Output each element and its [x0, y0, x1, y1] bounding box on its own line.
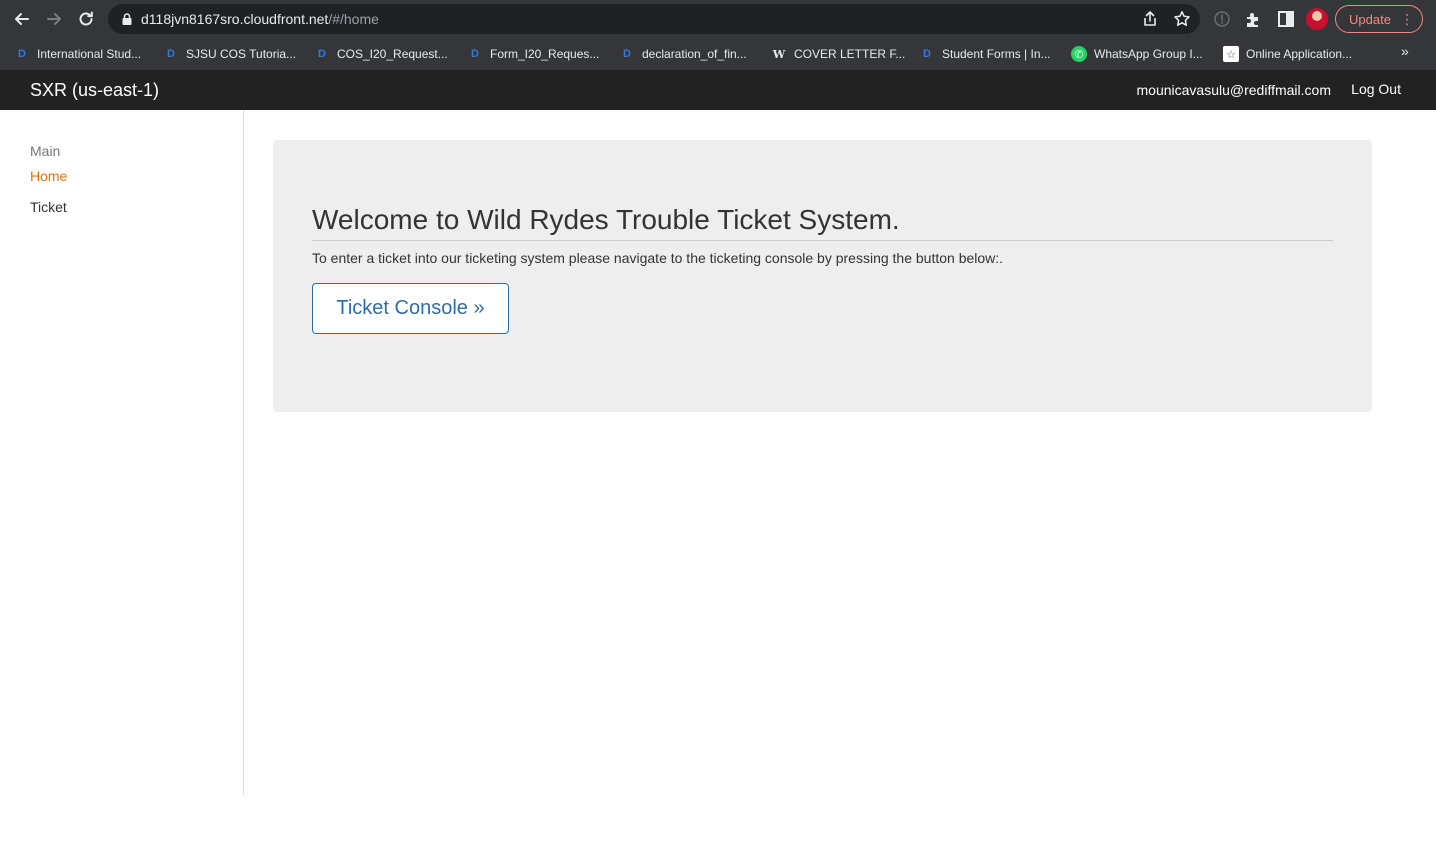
bookmark-item[interactable]: D Form_I20_Reques...	[467, 44, 599, 64]
sidebar-item-home[interactable]: Home	[30, 168, 67, 184]
d2l-icon: D	[18, 48, 26, 60]
brand-title[interactable]: SXR (us-east-1)	[30, 80, 159, 101]
bookmark-item[interactable]: D International Stud...	[14, 44, 141, 64]
bookmark-label: declaration_of_fin...	[642, 47, 747, 61]
page-title: Welcome to Wild Rydes Trouble Ticket Sys…	[312, 204, 900, 235]
extensions-puzzle-icon[interactable]	[1244, 9, 1264, 29]
d2l-icon: D	[623, 48, 631, 60]
d2l-icon: D	[318, 48, 326, 60]
bookmark-item[interactable]: D SJSU COS Tutoria...	[163, 44, 296, 64]
share-icon[interactable]	[1141, 10, 1159, 28]
bookmarks-bar: D International Stud... D SJSU COS Tutor…	[0, 38, 1436, 70]
update-button[interactable]: Update ⋮	[1335, 5, 1423, 33]
bookmark-item[interactable]: W COVER LETTER F...	[771, 44, 906, 64]
bookmark-label: SJSU COS Tutoria...	[186, 47, 297, 61]
welcome-jumbotron: Welcome to Wild Rydes Trouble Ticket Sys…	[273, 140, 1372, 412]
bookmark-item[interactable]: D declaration_of_fin...	[619, 44, 747, 64]
ticket-console-button[interactable]: Ticket Console »	[312, 283, 509, 334]
title-divider	[312, 240, 1333, 241]
bookmark-item[interactable]: ☆ Online Application...	[1223, 44, 1352, 64]
bookmark-star-icon[interactable]	[1173, 10, 1191, 28]
reload-icon[interactable]	[74, 7, 98, 31]
user-email: mounicavasulu@rediffmail.com	[1136, 82, 1331, 98]
url-path: /#/home	[328, 11, 379, 27]
url-host: d118jvn8167sro.cloudfront.net	[141, 11, 329, 27]
info-circle-icon[interactable]	[1212, 9, 1232, 29]
logout-link[interactable]: Log Out	[1351, 81, 1401, 97]
bookmark-item[interactable]: D Student Forms | In...	[919, 44, 1051, 64]
forward-icon[interactable]	[42, 7, 66, 31]
sidebar: Main Home Ticket	[0, 110, 244, 796]
bookmark-label: International Stud...	[37, 47, 142, 61]
url-text: d118jvn8167sro.cloudfront.net/#/home	[141, 11, 379, 27]
lock-icon	[122, 13, 132, 25]
browser-toolbar: d118jvn8167sro.cloudfront.net/#/home Upd…	[0, 0, 1436, 38]
star-icon: ☆	[1223, 46, 1239, 62]
bookmark-label: Online Application...	[1246, 47, 1353, 61]
d2l-icon: D	[471, 48, 479, 60]
bookmark-item[interactable]: D COS_I20_Request...	[314, 44, 448, 64]
d2l-icon: D	[923, 48, 931, 60]
bookmark-item[interactable]: ✆ WhatsApp Group I...	[1071, 44, 1203, 64]
w-icon: W	[772, 47, 786, 61]
address-bar[interactable]: d118jvn8167sro.cloudfront.net/#/home	[108, 4, 1200, 34]
bookmark-label: COVER LETTER F...	[794, 47, 906, 61]
bookmark-label: WhatsApp Group I...	[1094, 47, 1203, 61]
sidebar-heading: Main	[30, 143, 61, 159]
bookmark-label: COS_I20_Request...	[337, 47, 448, 61]
bookmark-label: Student Forms | In...	[942, 47, 1051, 61]
whatsapp-icon: ✆	[1071, 46, 1087, 62]
side-panel-icon[interactable]	[1276, 9, 1296, 29]
page-description: To enter a ticket into our ticketing sys…	[312, 250, 1004, 266]
profile-avatar[interactable]	[1306, 8, 1328, 30]
update-label: Update	[1349, 11, 1391, 27]
browser-chrome: d118jvn8167sro.cloudfront.net/#/home Upd…	[0, 0, 1436, 70]
app-navbar: SXR (us-east-1) mounicavasulu@rediffmail…	[0, 70, 1436, 110]
d2l-icon: D	[167, 48, 175, 60]
more-bookmarks-icon[interactable]: »	[1401, 43, 1409, 59]
sidebar-item-ticket[interactable]: Ticket	[30, 199, 67, 215]
menu-dots-icon[interactable]: ⋮	[1400, 12, 1414, 26]
back-icon[interactable]	[10, 7, 34, 31]
bookmark-label: Form_I20_Reques...	[490, 47, 600, 61]
